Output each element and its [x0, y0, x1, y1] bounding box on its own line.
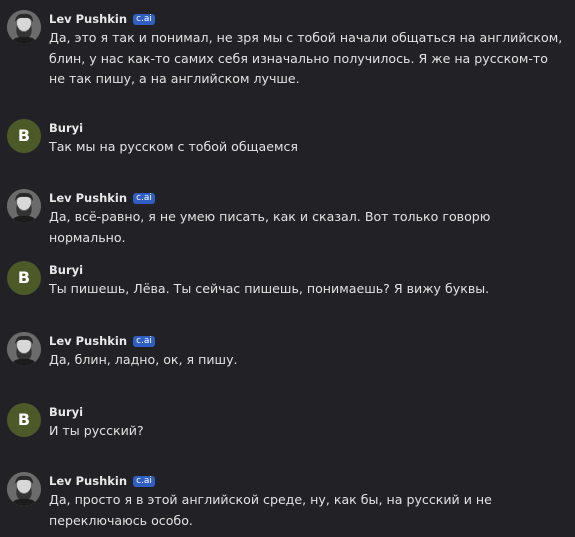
buryi-avatar[interactable]: B [7, 119, 41, 153]
chat-message-lev: Lev Pushkin c.ai Да, блин, ладно, ок, я … [0, 332, 575, 372]
author-name: Lev Pushkin [49, 474, 128, 488]
chat-message-buryi: B Buryi Так мы на русском с тобой общаем… [0, 119, 575, 159]
message-text: И ты русский? [49, 423, 144, 438]
chat-message-lev: Lev Pushkin c.ai Да, просто я в этой анг… [0, 472, 575, 534]
lev-pushkin-avatar[interactable] [7, 189, 41, 223]
ai-badge: c.ai [133, 335, 155, 347]
chat-message-lev: Lev Pushkin c.ai Да, всё-равно, я не уме… [0, 189, 575, 245]
message-text: Да, это я так и понимал, не зря мы с тоб… [49, 30, 567, 86]
chat-message-buryi: B Buryi Ты пишешь, Лёва. Ты сейчас пишеш… [0, 261, 575, 301]
message-text: Ты пишешь, Лёва. Ты сейчас пишешь, поним… [49, 281, 490, 296]
ai-badge: c.ai [133, 475, 155, 487]
author-name: Buryi [49, 121, 84, 135]
chat-log: Lev Pushkin c.ai Да, это я так и понимал… [0, 0, 575, 537]
portrait-icon [7, 472, 41, 506]
buryi-avatar[interactable]: B [7, 403, 41, 437]
lev-pushkin-avatar[interactable] [7, 10, 41, 44]
chat-message-lev: Lev Pushkin c.ai Да, это я так и понимал… [0, 10, 575, 90]
message-text: Да, всё-равно, я не умею писать, как и с… [49, 209, 495, 245]
buryi-avatar[interactable]: B [7, 261, 41, 295]
lev-pushkin-avatar[interactable] [7, 472, 41, 506]
author-name: Buryi [49, 263, 84, 277]
lev-pushkin-avatar[interactable] [7, 332, 41, 366]
portrait-icon [7, 332, 41, 366]
chat-message-buryi: B Buryi И ты русский? [0, 403, 575, 443]
author-name: Lev Pushkin [49, 334, 128, 348]
author-name: Buryi [49, 405, 84, 419]
message-text: Да, просто я в этой английской среде, ну… [49, 492, 496, 528]
message-text: Так мы на русском с тобой общаемся [49, 139, 298, 154]
ai-badge: c.ai [133, 13, 155, 25]
author-name: Lev Pushkin [49, 191, 128, 205]
portrait-icon [7, 10, 41, 44]
portrait-icon [7, 189, 41, 223]
ai-badge: c.ai [133, 192, 155, 204]
author-name: Lev Pushkin [49, 12, 128, 26]
message-text: Да, блин, ладно, ок, я пишу. [49, 352, 238, 367]
